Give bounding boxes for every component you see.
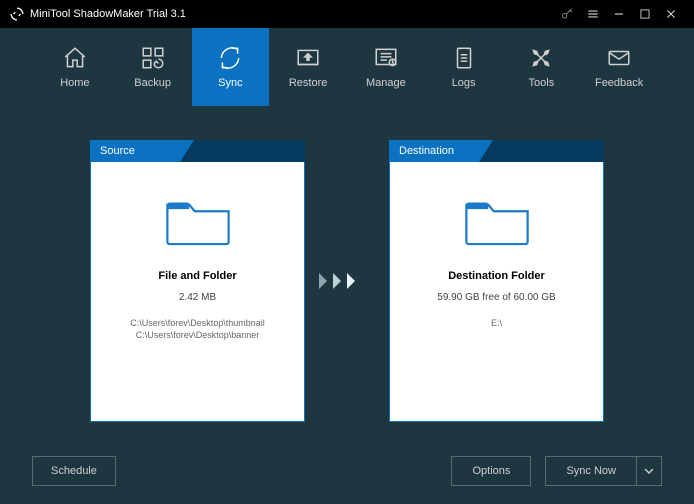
destination-heading: Destination Folder (448, 270, 545, 282)
direction-chevrons (317, 140, 377, 422)
source-tab-label: Source (100, 145, 135, 157)
schedule-label: Schedule (51, 465, 97, 477)
main-area: Source File and Folder 2.42 MB C:\Users\… (0, 106, 694, 422)
source-heading: File and Folder (158, 270, 236, 282)
syncnow-button[interactable]: Sync Now (546, 457, 637, 485)
destination-tab-label: Destination (399, 145, 454, 157)
folder-icon (462, 192, 532, 248)
source-path-2: C:\Users\forev\Desktop\banner (130, 329, 265, 341)
destination-card[interactable]: Destination Destination Folder 59.90 GB … (389, 140, 604, 422)
caret-down-icon (644, 468, 654, 474)
options-button[interactable]: Options (451, 456, 531, 486)
nav-sync-label: Sync (218, 77, 242, 89)
folder-icon (163, 192, 233, 248)
schedule-button[interactable]: Schedule (32, 456, 116, 486)
nav-sync[interactable]: Sync (192, 28, 270, 106)
key-button[interactable] (554, 0, 580, 28)
source-path-1: C:\Users\forev\Desktop\thumbnail (130, 317, 265, 329)
nav-tools[interactable]: Tools (503, 28, 581, 106)
source-card[interactable]: Source File and Folder 2.42 MB C:\Users\… (90, 140, 305, 422)
destination-card-body: Destination Folder 59.90 GB free of 60.0… (389, 162, 604, 422)
nav-backup-label: Backup (134, 77, 171, 89)
close-button[interactable] (658, 0, 684, 28)
titlebar: MiniTool ShadowMaker Trial 3.1 (0, 0, 694, 28)
app-title: MiniTool ShadowMaker Trial 3.1 (30, 8, 186, 20)
nav-logs[interactable]: Logs (425, 28, 503, 106)
nav-backup[interactable]: Backup (114, 28, 192, 106)
nav-home[interactable]: Home (36, 28, 114, 106)
nav-restore-label: Restore (289, 77, 328, 89)
maximize-button[interactable] (632, 0, 658, 28)
destination-tab-stripe (479, 140, 604, 162)
nav-home-label: Home (60, 77, 89, 89)
feedback-icon (606, 45, 632, 71)
sync-icon (217, 45, 243, 71)
app-logo-icon (10, 7, 24, 21)
options-label: Options (473, 465, 511, 477)
nav-toolbar: Home Backup Sync Restore Manage Logs Too… (0, 28, 694, 106)
destination-tab: Destination (389, 140, 479, 162)
menu-button[interactable] (580, 0, 606, 28)
bottom-bar: Schedule Options Sync Now (0, 456, 694, 486)
source-tab: Source (90, 140, 180, 162)
logs-icon (451, 45, 477, 71)
chevron-right-icon (317, 266, 377, 296)
backup-icon (140, 45, 166, 71)
source-size: 2.42 MB (179, 292, 216, 303)
nav-tools-label: Tools (529, 77, 555, 89)
source-card-body: File and Folder 2.42 MB C:\Users\forev\D… (90, 162, 305, 422)
source-paths: C:\Users\forev\Desktop\thumbnail C:\User… (130, 317, 265, 341)
tools-icon (528, 45, 554, 71)
nav-logs-label: Logs (452, 77, 476, 89)
minimize-button[interactable] (606, 0, 632, 28)
syncnow-split-button: Sync Now (545, 456, 662, 486)
source-tab-stripe (180, 140, 305, 162)
destination-size: 59.90 GB free of 60.00 GB (437, 292, 555, 303)
nav-restore[interactable]: Restore (269, 28, 347, 106)
restore-icon (295, 45, 321, 71)
nav-feedback[interactable]: Feedback (580, 28, 658, 106)
destination-paths: E:\ (491, 317, 502, 329)
home-icon (62, 45, 88, 71)
nav-feedback-label: Feedback (595, 77, 643, 89)
nav-manage[interactable]: Manage (347, 28, 425, 106)
syncnow-label: Sync Now (566, 465, 616, 477)
nav-manage-label: Manage (366, 77, 406, 89)
syncnow-dropdown[interactable] (637, 457, 661, 485)
destination-path-1: E:\ (491, 317, 502, 329)
manage-icon (373, 45, 399, 71)
